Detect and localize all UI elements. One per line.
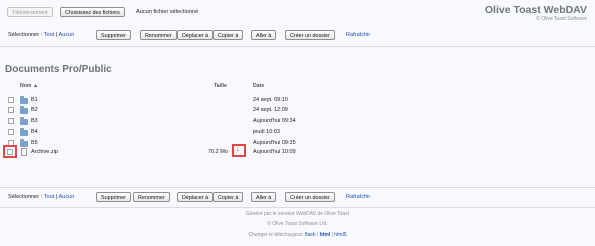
create-folder-button[interactable]: Créer un dossier xyxy=(285,192,335,202)
copy-button[interactable]: Copier à xyxy=(213,30,244,40)
page-title: Documents Pro/Public xyxy=(5,64,112,75)
select-label: Sélectionner : Tout | Aucun xyxy=(8,194,74,200)
table-row[interactable]: B4 jeudi 10:03 xyxy=(0,127,595,137)
toolbar-divider-top xyxy=(0,46,595,47)
row-date: Aujourd'hui 10:09 xyxy=(253,149,296,155)
select-label: Sélectionner : Tout | Aucun xyxy=(8,32,74,38)
brand-title: Olive Toast WebDAV xyxy=(484,4,587,16)
select-none-link[interactable]: Aucun xyxy=(59,32,75,38)
goto-button[interactable]: Aller à xyxy=(251,30,277,40)
row-name[interactable]: B2 xyxy=(31,107,38,113)
row-checkbox[interactable] xyxy=(8,118,14,124)
brand-copyright: © Olive Toast Software xyxy=(536,16,587,22)
row-name[interactable]: B4 xyxy=(31,129,38,135)
row-checkbox[interactable] xyxy=(8,97,14,103)
footer-sep: | xyxy=(316,232,319,238)
flash-link[interactable]: flash xyxy=(305,232,316,238)
footer-copyright: © Olive Toast Software Ltd. xyxy=(267,221,328,227)
row-checkbox[interactable] xyxy=(7,149,13,155)
footer-divider xyxy=(0,207,595,208)
row-name[interactable]: Archive.zip xyxy=(31,149,58,155)
row-date: jeudi 10:03 xyxy=(253,129,280,135)
row-date: Aujourd'hui 09:34 xyxy=(253,118,296,124)
copy-button[interactable]: Copier à xyxy=(213,192,244,202)
no-file-selected-text: Aucun fichier sélectionné xyxy=(136,9,199,15)
row-checkbox[interactable] xyxy=(8,107,14,113)
folder-icon xyxy=(20,128,28,136)
table-row[interactable]: B3 Aujourd'hui 09:34 xyxy=(0,116,595,126)
footer-uploader-label: Changer le téléchargeur: xyxy=(248,232,304,238)
table-row[interactable]: Archive.zip 70.2 Mo ↓ Aujourd'hui 10:09 xyxy=(0,144,595,158)
rename-button[interactable]: Renommer xyxy=(140,30,177,40)
create-folder-button[interactable]: Créer un dossier xyxy=(285,30,335,40)
file-icon xyxy=(21,148,27,156)
row-date: 24 sept. 09:10 xyxy=(253,97,288,103)
html5-link[interactable]: html5 xyxy=(334,232,346,238)
column-header-date[interactable]: Date xyxy=(253,83,264,89)
table-row[interactable]: B1 24 sept. 09:10 xyxy=(0,95,595,105)
select-label-text: Sélectionner : xyxy=(8,194,43,200)
move-button[interactable]: Déplacer à xyxy=(177,192,214,202)
select-none-link[interactable]: Aucun xyxy=(59,194,75,200)
footer-generated: Généré par le serveur WebDAV de Olive To… xyxy=(245,211,350,217)
select-all-link[interactable]: Tout xyxy=(44,32,55,38)
row-size: 70.2 Mo xyxy=(208,149,228,155)
choose-files-button[interactable]: Choisissez des fichiers xyxy=(60,7,125,17)
bottom-toolbar: Sélectionner : Tout | Aucun Supprimer Re… xyxy=(0,190,595,206)
folder-icon xyxy=(20,117,28,125)
select-separator: | xyxy=(55,194,58,200)
column-header-size[interactable]: Taille xyxy=(214,83,227,89)
footer-sep: | xyxy=(331,232,333,238)
row-name[interactable]: B5 xyxy=(31,140,38,146)
select-all-link[interactable]: Tout xyxy=(44,194,55,200)
delete-button[interactable]: Supprimer xyxy=(96,30,131,40)
row-date: 24 sept. 12:09 xyxy=(253,107,288,113)
select-separator: | xyxy=(55,32,58,38)
row-name[interactable]: B1 xyxy=(31,97,38,103)
delete-button[interactable]: Supprimer xyxy=(96,192,131,202)
footer-uploader: Changer le téléchargeur: flash | html | … xyxy=(0,232,595,238)
goto-button[interactable]: Aller à xyxy=(251,192,277,202)
top-toolbar: Sélectionner : Tout | Aucun Supprimer Re… xyxy=(0,28,595,44)
row-name[interactable]: B3 xyxy=(31,118,38,124)
row-checkbox[interactable] xyxy=(8,129,14,135)
table-row[interactable]: B2 24 sept. 12:09 xyxy=(0,105,595,115)
column-header-name[interactable]: Nom ▲ xyxy=(20,83,38,89)
select-label-text: Sélectionner : xyxy=(8,32,43,38)
html-link[interactable]: html xyxy=(320,232,331,238)
rename-button[interactable]: Renommer xyxy=(133,192,170,202)
refresh-link[interactable]: Rafraîchir xyxy=(346,194,370,200)
folder-icon xyxy=(20,106,28,114)
row-date: Aujourd'hui 09:35 xyxy=(253,140,296,146)
folder-icon xyxy=(20,96,28,104)
refresh-link[interactable]: Rafraîchir xyxy=(346,32,370,38)
toolbar-divider-bottom xyxy=(0,187,595,188)
download-icon[interactable]: ↓ xyxy=(236,146,240,153)
upload-button[interactable]: Téléversement xyxy=(7,7,53,17)
move-button[interactable]: Déplacer à xyxy=(177,30,214,40)
